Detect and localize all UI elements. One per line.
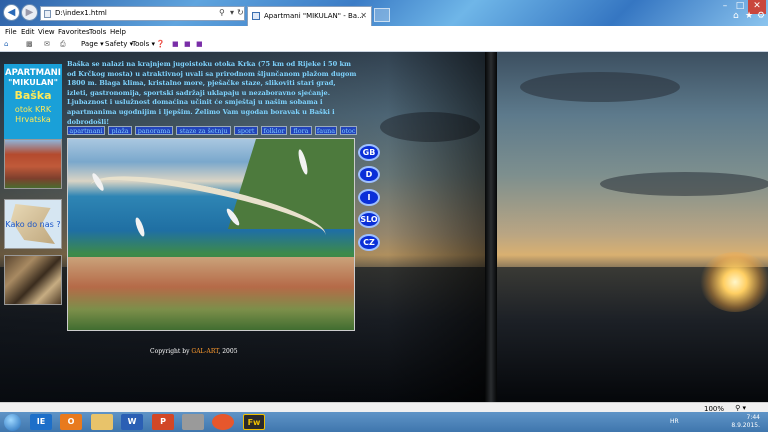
copyright: Copyright by GAL-ART, 2005 [150,348,238,355]
photo-town [68,257,354,330]
site-logo[interactable]: APARTMANI "MIKULAN" Baška otok KRK Hrvat… [4,64,62,149]
address-text: D:\index1.html [55,9,107,17]
close-tab-icon[interactable]: ✕ [360,11,367,20]
apartment-building-thumbnail[interactable] [4,139,62,189]
taskbar-ie-icon[interactable]: IE [30,414,52,430]
safety-menu[interactable]: Safety ▾ [105,40,133,48]
new-tab-button[interactable] [374,8,390,22]
menu-favorites[interactable]: Favorites [58,28,90,36]
browser-chrome: ◀ ▶ D:\index1.html ⚲ ▾ ↻ Apartmani "MIKU… [0,0,768,52]
panel-divider [485,52,497,402]
seagull [133,216,147,238]
nav-staze[interactable]: staze za šetnju [176,126,231,135]
taskbar-media-icon[interactable] [212,414,234,430]
lang-cz-button[interactable]: CZ [358,234,380,251]
command-bar: ⌂ ▩ ✉ ⎙ Page ▾ Safety ▾ Tools ▾ ❓ ■ ■ ■ [0,38,768,52]
kako-do-nas-thumbnail[interactable]: Kako do nas ? [4,199,62,249]
feeds-icon[interactable]: ▩ [26,40,33,48]
logo-line-1: APARTMANI [5,68,61,78]
tab-title: Apartmani "MIKULAN" - Ba... [264,12,364,20]
taskbar-powerpoint-icon[interactable]: P [152,414,174,430]
section-nav: apartmani plaža panorama staze za šetnju… [67,126,357,135]
taskbar-word-icon[interactable]: W [121,414,143,430]
nav-plaza[interactable]: plaža [108,126,132,135]
addon-icon-2[interactable]: ■ [184,40,191,48]
nav-folklor[interactable]: folklor [261,126,287,135]
settings-gear-icon[interactable]: ⚙ [757,11,765,21]
nav-otoc[interactable]: otoc [340,126,357,135]
refresh-icon[interactable]: ↻ [237,8,244,17]
address-bar[interactable]: D:\index1.html ⚲ ▾ ↻ [40,6,245,21]
menu-help[interactable]: Help [110,28,126,36]
menu-view[interactable]: View [38,28,55,36]
clock-time: 7:44 [746,414,760,421]
copyright-author-link[interactable]: GAL-ART [191,348,218,355]
taskbar: IE O W P Fw HR 7:44 8.9.2015. [0,412,768,432]
menu-edit[interactable]: Edit [21,28,35,36]
start-button[interactable] [4,414,21,431]
logo-line-3: Baška [14,89,52,102]
back-button[interactable]: ◀ [3,4,20,21]
help-icon[interactable]: ❓ [156,40,165,48]
taskbar-fireworks-icon[interactable]: Fw [243,414,265,430]
cloud [600,172,768,196]
baska-panorama-photo [67,138,355,331]
cloud [520,72,680,102]
print-icon[interactable]: ⎙ [60,40,66,49]
lang-slo-button[interactable]: SLO [358,211,380,228]
nav-sport[interactable]: sport [234,126,258,135]
taskbar-outlook-icon[interactable]: O [60,414,82,430]
nav-fauna[interactable]: fauna [315,126,337,135]
logo-line-5: Hrvatska [15,115,51,124]
page-menu[interactable]: Page ▾ [81,40,104,48]
nav-apartmani[interactable]: apartmani [67,126,105,135]
clock[interactable]: 7:44 8.9.2015. [731,414,760,430]
search-icon[interactable]: ⚲ [219,8,225,17]
menu-file[interactable]: File [5,28,17,36]
browser-tab[interactable]: Apartmani "MIKULAN" - Ba... ✕ [247,6,372,26]
logo-line-2: "MIKULAN" [8,78,58,87]
favorites-star-icon[interactable]: ★ [745,11,753,21]
forward-button[interactable]: ▶ [21,4,38,21]
copyright-prefix: Copyright by [150,348,190,355]
page-viewport: APARTMANI "MIKULAN" Baška otok KRK Hrvat… [0,52,768,402]
mail-icon[interactable]: ✉ [44,40,50,48]
clock-date: 8.9.2015. [731,422,760,429]
tab-favicon-icon [252,12,260,20]
taskbar-app-icon[interactable] [182,414,204,430]
home-cmd-icon[interactable]: ⌂ [4,40,8,48]
taskbar-explorer-icon[interactable] [91,414,113,430]
lang-d-button[interactable]: D [358,166,380,183]
nav-flora[interactable]: flora [290,126,312,135]
copyright-year: , 2005 [218,348,238,355]
minimize-button[interactable]: – [718,0,732,14]
dropdown-icon[interactable]: ▾ [230,8,234,17]
menu-bar: File Edit View Favorites Tools Help [0,27,768,38]
intro-text: Baška se nalazi na krajnjem jugoistoku o… [67,60,357,126]
kako-do-nas-label: Kako do nas ? [5,220,61,229]
logo-line-4: otok KRK [14,105,52,114]
addon-icon-3[interactable]: ■ [196,40,203,48]
menu-tools[interactable]: Tools [89,28,106,36]
system-tray: HR 7:44 8.9.2015. [670,413,760,431]
addon-icon-1[interactable]: ■ [172,40,179,48]
lang-gb-button[interactable]: GB [358,144,380,161]
page-icon [44,10,51,18]
nav-panorama[interactable]: panorama [135,126,173,135]
browser-titlebar: ◀ ▶ D:\index1.html ⚲ ▾ ↻ Apartmani "MIKU… [0,0,768,26]
home-icon[interactable]: ⌂ [733,11,739,21]
sun-glow [700,252,768,312]
zoom-level[interactable]: ⚲ 100% ▾ [704,404,746,413]
lang-i-button[interactable]: I [358,189,380,206]
tools-menu[interactable]: Tools ▾ [132,40,155,48]
cave-thumbnail[interactable] [4,255,62,305]
input-language[interactable]: HR [670,418,679,425]
